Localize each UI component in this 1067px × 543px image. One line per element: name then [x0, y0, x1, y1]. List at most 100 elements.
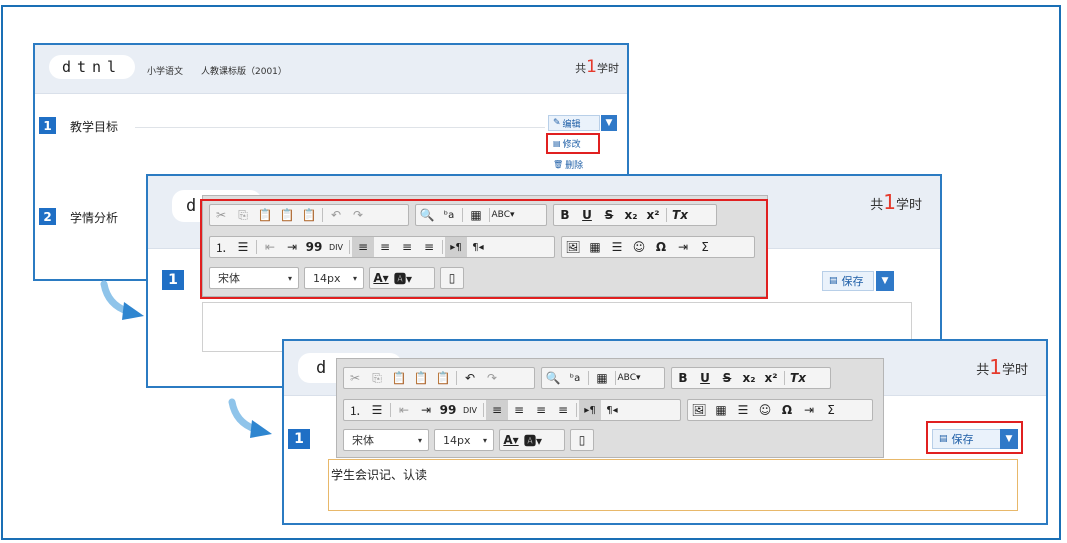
superscript-icon[interactable]: x²: [760, 368, 782, 388]
align-right-icon[interactable]: ≡: [530, 400, 552, 420]
toolbar-group-tools: ▯: [570, 429, 594, 451]
editor-toolbar: ✂ ⎘ 📋 📋 📋 ↶ ↷ 🔍 ᵇa ▦ ABC▾ B U S x₂ x² Tx…: [336, 358, 884, 458]
cut-icon[interactable]: ✂: [344, 368, 366, 388]
separator: [615, 371, 616, 385]
toolbar-group-paragraph: ⒈ ☰ ⇤ ⇥ 99 DIV ≡ ≡ ≡ ≡ ▸¶ ¶◂: [343, 399, 681, 421]
copy-icon[interactable]: ⎘: [366, 368, 388, 388]
find-icon[interactable]: 🔍: [542, 368, 564, 388]
section-number: 1: [288, 429, 310, 449]
blockquote-icon[interactable]: 99: [437, 400, 459, 420]
section-divider: [135, 127, 545, 128]
math-icon[interactable]: Σ: [820, 400, 842, 420]
table-icon[interactable]: ▦: [710, 400, 732, 420]
align-justify-icon[interactable]: ≡: [552, 400, 574, 420]
chevron-down-icon: ▼: [605, 118, 613, 128]
lesson-number: 1: [989, 355, 1002, 379]
highlight-toolbar: [200, 199, 768, 299]
page-break-icon[interactable]: ⇥: [798, 400, 820, 420]
font-family-value: 宋体: [352, 434, 374, 447]
chevron-down-icon: ▼: [881, 276, 889, 286]
save-button[interactable]: ▤ 保存: [822, 271, 874, 291]
lesson-suffix: 学时: [1001, 363, 1028, 378]
font-family-select[interactable]: 宋体 ▾: [343, 429, 429, 451]
div-container-icon[interactable]: DIV: [459, 400, 481, 420]
background-color-icon[interactable]: 🅰▾: [522, 430, 544, 450]
subject-label: 小学语文: [147, 67, 184, 77]
dropdown-toggle-button[interactable]: ▼: [601, 115, 617, 131]
save-icon: ▤: [829, 276, 838, 286]
edit-button[interactable]: ✎ 编辑: [548, 115, 600, 131]
indent-icon[interactable]: ⇥: [415, 400, 437, 420]
step-arrow-icon: [228, 398, 272, 438]
toolbar-group-clipboard: ✂ ⎘ 📋 📋 📋 ↶ ↷: [343, 367, 535, 389]
special-char-icon[interactable]: Ω: [776, 400, 798, 420]
lesson-prefix: 共: [870, 198, 884, 213]
align-left-icon[interactable]: ≡: [486, 400, 508, 420]
lesson-suffix: 学时: [895, 198, 922, 213]
section-title: 学情分析: [70, 211, 119, 225]
edit-icon: ✎: [553, 118, 561, 128]
bulleted-list-icon[interactable]: ☰: [366, 400, 388, 420]
section-number: 1: [39, 117, 56, 134]
section-number: 2: [39, 208, 56, 225]
chevron-down-icon: ▾: [417, 435, 422, 445]
ltr-icon[interactable]: ▸¶: [579, 400, 601, 420]
toolbar-group-format: B U S x₂ x² Tx: [671, 367, 831, 389]
replace-icon[interactable]: ᵇa: [564, 368, 586, 388]
rtl-icon[interactable]: ¶◂: [601, 400, 623, 420]
spellcheck-icon[interactable]: ABC▾: [618, 368, 641, 388]
lesson-count: 共1学时: [976, 355, 1028, 379]
toolbar-group-insert: 🖼 ▦ ☰ ☺ Ω ⇥ Σ: [687, 399, 873, 421]
toolbar-group-color: A▾ 🅰▾: [499, 429, 565, 451]
lesson-count: 共1学时: [575, 57, 619, 77]
paste-text-icon[interactable]: 📋: [410, 368, 432, 388]
text-color-icon[interactable]: A▾: [500, 430, 522, 450]
toolbar-group-find: 🔍 ᵇa ▦ ABC▾: [541, 367, 665, 389]
lesson-count: 共1学时: [870, 190, 922, 214]
bold-icon[interactable]: B: [672, 368, 694, 388]
save-label: 保存: [841, 275, 864, 288]
remove-format-icon[interactable]: Tx: [787, 368, 809, 388]
app-logo: dtnl: [49, 55, 135, 79]
trash-icon: 🗑: [553, 159, 564, 169]
outdent-icon[interactable]: ⇤: [393, 400, 415, 420]
redo-icon[interactable]: ↷: [481, 368, 503, 388]
numbered-list-icon[interactable]: ⒈: [344, 400, 366, 420]
select-all-icon[interactable]: ▦: [591, 368, 613, 388]
horizontal-rule-icon[interactable]: ☰: [732, 400, 754, 420]
align-center-icon[interactable]: ≡: [508, 400, 530, 420]
strikethrough-icon[interactable]: S: [716, 368, 738, 388]
section-number: 1: [162, 270, 184, 290]
edit-label: 编辑: [562, 119, 581, 130]
dropdown-toggle-button[interactable]: ▼: [876, 271, 894, 291]
chevron-down-icon: ▾: [482, 435, 487, 445]
separator: [588, 371, 589, 385]
lesson-number: 1: [586, 57, 597, 77]
lesson-suffix: 学时: [597, 62, 619, 75]
lesson-prefix: 共: [976, 363, 990, 378]
image-icon[interactable]: 🖼: [688, 400, 710, 420]
underline-icon[interactable]: U: [694, 368, 716, 388]
smiley-icon[interactable]: ☺: [754, 400, 776, 420]
paste-word-icon[interactable]: 📋: [432, 368, 454, 388]
highlight-save: [926, 421, 1023, 454]
section-title: 教学目标: [70, 120, 119, 134]
highlight-modify: [546, 133, 600, 154]
delete-label: 删除: [565, 160, 584, 171]
lesson-number: 1: [883, 190, 896, 214]
font-size-select[interactable]: 14px ▾: [434, 429, 494, 451]
delete-menu-item[interactable]: 🗑 删除: [548, 156, 600, 172]
paste-icon[interactable]: 📋: [388, 368, 410, 388]
separator: [784, 371, 785, 385]
step-arrow-icon: [100, 280, 144, 320]
separator: [390, 403, 391, 417]
lesson-prefix: 共: [575, 62, 587, 75]
undo-icon[interactable]: ↶: [459, 368, 481, 388]
font-size-value: 14px: [443, 433, 471, 447]
edition-label: 人教课标版（2001）: [201, 67, 287, 77]
separator: [576, 403, 577, 417]
editor-text: 学生会识记、认读: [331, 468, 428, 482]
subscript-icon[interactable]: x₂: [738, 368, 760, 388]
rich-text-editor[interactable]: 学生会识记、认读: [328, 459, 1018, 511]
source-icon[interactable]: ▯: [571, 430, 593, 450]
